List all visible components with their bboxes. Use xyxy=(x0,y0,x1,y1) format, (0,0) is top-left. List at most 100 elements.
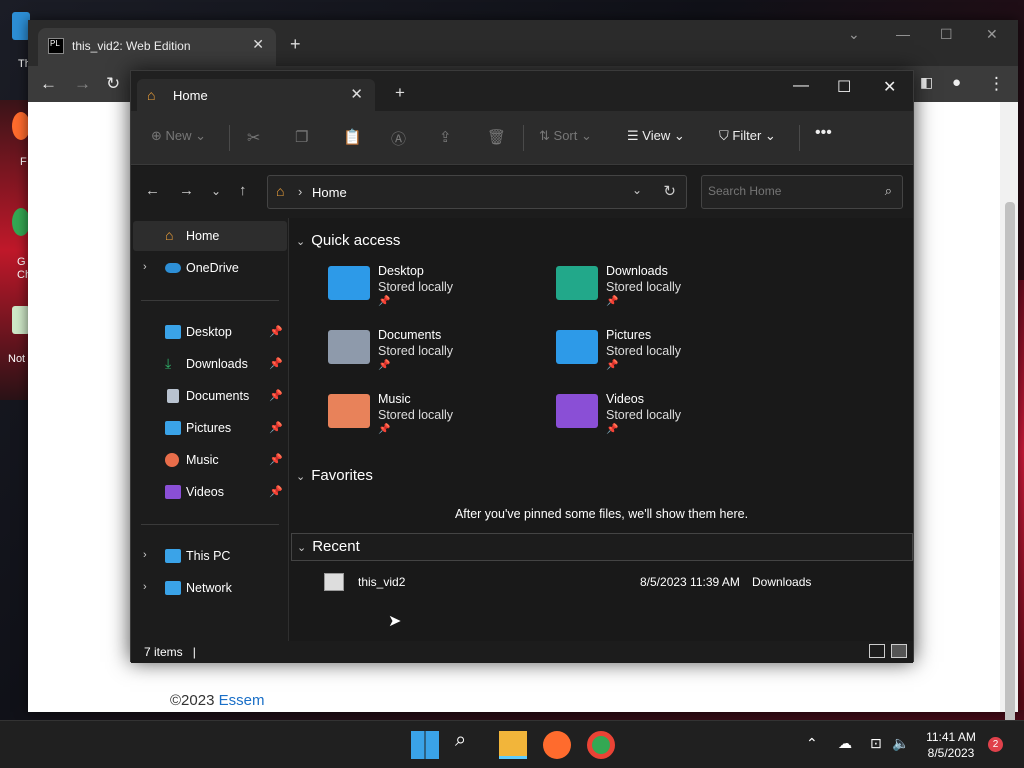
search-icon[interactable]: ⌕ xyxy=(885,183,892,199)
expand-chevron-icon[interactable]: › xyxy=(143,261,147,273)
tiles-view-icon[interactable] xyxy=(891,644,907,658)
quick-access-pictures[interactable]: Pictures Stored locally 📌 xyxy=(556,328,776,388)
folder-status: Stored locally xyxy=(606,344,682,358)
network-icon xyxy=(165,581,181,595)
recent-locations-icon[interactable]: ⌄ xyxy=(211,184,221,198)
search-icon[interactable]: ⌕ xyxy=(455,729,483,757)
search-input[interactable] xyxy=(708,184,868,198)
start-icon[interactable] xyxy=(411,731,439,759)
explorer-tab[interactable]: ⌂ Home ✕ xyxy=(137,79,375,111)
sidebar-item-desktop[interactable]: Desktop 📌 xyxy=(133,317,287,347)
paste-icon[interactable]: 📋 xyxy=(343,128,362,146)
clock[interactable]: 11:41 AM 8/5/2023 xyxy=(916,729,986,761)
copyright-link[interactable]: Essem xyxy=(219,692,265,709)
copy-icon[interactable]: ❐ xyxy=(295,128,308,146)
tab-search-icon[interactable]: ⌄ xyxy=(848,26,860,43)
folder-status: Stored locally xyxy=(606,280,682,294)
pin-icon[interactable]: 📌 xyxy=(269,325,283,338)
sort-button[interactable]: ⇅ Sort ⌄ xyxy=(539,128,592,144)
breadcrumb-home[interactable]: Home xyxy=(312,185,347,200)
quick-access-documents[interactable]: Documents Stored locally 📌 xyxy=(328,328,548,388)
sidebar-icon[interactable]: ◧ xyxy=(920,74,933,91)
expand-chevron-icon[interactable]: › xyxy=(143,549,147,561)
browser-tab[interactable]: PL this_vid2: Web Edition ✕ xyxy=(38,28,276,66)
sidebar-item-videos[interactable]: Videos 📌 xyxy=(133,477,287,507)
expand-chevron-icon[interactable]: › xyxy=(143,581,147,593)
sidebar-item-label: Documents xyxy=(186,389,250,403)
download-icon: ⤓ xyxy=(165,355,172,371)
collapse-chevron-icon: ⌄ xyxy=(296,236,306,248)
browser-scrollbar[interactable] xyxy=(1000,102,1018,752)
new-tab-icon[interactable]: + xyxy=(395,83,405,103)
maximize-icon[interactable]: ☐ xyxy=(837,77,851,97)
address-dropdown-icon[interactable]: ⌄ xyxy=(632,183,642,197)
reload-icon[interactable]: ↻ xyxy=(106,74,120,94)
up-icon[interactable]: ↑ xyxy=(239,182,247,199)
quick-access-videos[interactable]: Videos Stored locally 📌 xyxy=(556,392,776,452)
folder-name: Music xyxy=(378,392,411,406)
rename-icon[interactable]: Ⓐ xyxy=(391,128,406,149)
notification-badge[interactable]: 2 xyxy=(988,737,1003,752)
new-tab-icon[interactable]: + xyxy=(290,34,301,55)
sidebar-item-home[interactable]: ⌂ Home xyxy=(133,221,287,251)
copyright-text: ©2023 xyxy=(170,692,215,709)
recent-header[interactable]: ⌄ Recent xyxy=(291,533,913,561)
firefox-taskbar-icon[interactable] xyxy=(543,731,571,759)
close-tab-icon[interactable]: ✕ xyxy=(350,85,363,103)
recent-file-date: 8/5/2023 11:39 AM xyxy=(640,575,740,589)
minimize-icon[interactable]: — xyxy=(793,77,809,95)
menu-icon[interactable]: ⋮ xyxy=(988,74,1005,94)
chrome-taskbar-icon[interactable] xyxy=(587,731,615,759)
address-bar[interactable]: ⌂ › Home ⌄ ↻ xyxy=(267,175,687,209)
sidebar-item-documents[interactable]: Documents 📌 xyxy=(133,381,287,411)
filter-button[interactable]: ⛉ Filter ⌄ xyxy=(719,128,776,144)
forward-icon[interactable]: → xyxy=(179,182,194,199)
onedrive-icon[interactable]: ☁ xyxy=(838,735,852,752)
pin-icon[interactable]: 📌 xyxy=(269,453,283,466)
file-explorer-taskbar-icon[interactable] xyxy=(499,731,527,759)
desktop-icon-label: Not xyxy=(8,353,26,365)
quick-access-header[interactable]: ⌄ Quick access xyxy=(296,232,400,249)
quick-access-desktop[interactable]: Desktop Stored locally 📌 xyxy=(328,264,548,324)
pin-icon: 📌 xyxy=(378,360,391,371)
sidebar-item-onedrive[interactable]: › OneDrive xyxy=(133,253,287,283)
new-button[interactable]: ⊕ New ⌄ xyxy=(151,128,206,144)
scrollbar-thumb[interactable] xyxy=(1005,202,1015,752)
copyright-footer: ©2023 Essem xyxy=(170,692,264,709)
details-view-icon[interactable] xyxy=(869,644,885,658)
quick-access-music[interactable]: Music Stored locally 📌 xyxy=(328,392,548,452)
pin-icon[interactable]: 📌 xyxy=(269,389,283,402)
profile-icon[interactable]: ● xyxy=(952,74,961,91)
refresh-icon[interactable]: ↻ xyxy=(663,182,676,200)
sidebar-item-music[interactable]: Music 📌 xyxy=(133,445,287,475)
more-options-icon[interactable]: ••• xyxy=(815,124,832,142)
show-hidden-icons-icon[interactable]: ⌃ xyxy=(806,735,818,752)
close-window-icon[interactable]: ✕ xyxy=(883,77,896,97)
forward-icon[interactable]: → xyxy=(74,74,91,94)
sidebar-item-downloads[interactable]: ⤓ Downloads 📌 xyxy=(133,349,287,379)
close-tab-icon[interactable]: ✕ xyxy=(252,36,264,53)
recent-file-row[interactable]: this_vid2 8/5/2023 11:39 AM Downloads xyxy=(324,573,884,593)
pin-icon[interactable]: 📌 xyxy=(269,357,283,370)
back-icon[interactable]: ← xyxy=(40,74,57,94)
view-button[interactable]: ☰ View ⌄ xyxy=(627,128,685,144)
delete-icon[interactable]: 🗑 xyxy=(487,128,506,146)
close-window-icon[interactable]: ✕ xyxy=(986,26,998,43)
pin-icon[interactable]: 📌 xyxy=(269,421,283,434)
section-title: Favorites xyxy=(311,467,373,484)
sidebar-item-this-pc[interactable]: › This PC xyxy=(133,541,287,571)
sidebar-item-pictures[interactable]: Pictures 📌 xyxy=(133,413,287,443)
network-icon[interactable]: ⊡ xyxy=(870,735,882,752)
maximize-icon[interactable]: ☐ xyxy=(940,26,953,43)
sidebar-item-network[interactable]: › Network xyxy=(133,573,287,603)
favorites-header[interactable]: ⌄ Favorites xyxy=(296,467,373,484)
volume-icon[interactable]: 🔈 xyxy=(892,735,909,752)
pin-icon[interactable]: 📌 xyxy=(269,485,283,498)
back-icon[interactable]: ← xyxy=(145,182,160,199)
quick-access-downloads[interactable]: Downloads Stored locally 📌 xyxy=(556,264,776,324)
minimize-icon[interactable]: — xyxy=(896,26,910,42)
cut-icon[interactable]: ✂ xyxy=(247,128,260,148)
search-box[interactable]: ⌕ xyxy=(701,175,903,209)
share-icon[interactable]: ⇪ xyxy=(439,128,452,146)
video-icon xyxy=(165,485,181,499)
